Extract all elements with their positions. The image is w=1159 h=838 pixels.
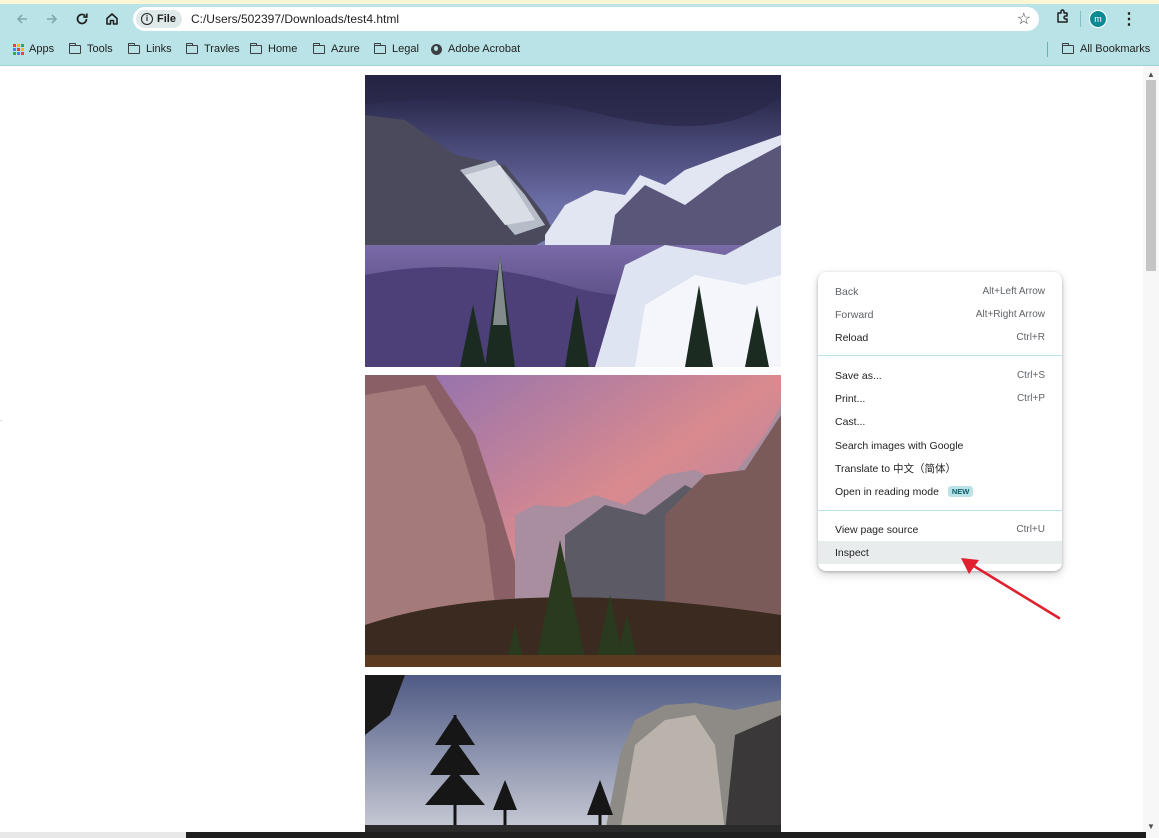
menu-item-label: View page source	[835, 523, 919, 536]
info-icon: i	[141, 13, 153, 25]
folder-icon	[127, 42, 140, 54]
scroll-down-arrow-icon[interactable]: ▼	[1147, 822, 1155, 831]
scrollbar-thumb[interactable]	[1146, 80, 1156, 271]
scheme-label: File	[157, 13, 176, 25]
menu-item-shortcut: Ctrl+U	[1016, 524, 1045, 535]
bookmark-label: Adobe Acrobat	[448, 43, 521, 55]
menu-item-view-source[interactable]: View page source Ctrl+U	[818, 518, 1062, 541]
arrow-right-icon	[47, 13, 58, 24]
bookmark-folder-travles[interactable]: Travles	[185, 33, 240, 65]
home-icon	[106, 12, 118, 25]
folder-icon	[1061, 42, 1074, 54]
menu-item-label: Cast...	[835, 415, 866, 428]
bookmark-label: Legal	[392, 43, 419, 55]
bookmark-label: Home	[268, 43, 298, 55]
bookmark-folder-links[interactable]: Links	[127, 33, 172, 65]
menu-item-label: Print...	[835, 392, 866, 405]
forward-button[interactable]	[39, 6, 65, 32]
menu-item-label: Translate to 中文（简体）	[835, 463, 956, 475]
bookmark-folder-tools[interactable]: Tools	[68, 33, 113, 65]
home-button[interactable]	[99, 6, 125, 32]
reload-icon	[76, 13, 88, 24]
menu-item-reload[interactable]: Reload Ctrl+R	[818, 326, 1062, 349]
menu-item-label: Reload	[835, 331, 869, 344]
folder-icon	[185, 42, 198, 54]
all-bookmarks-folder[interactable]: All Bookmarks	[1061, 33, 1151, 65]
winter-valley-photo[interactable]	[365, 75, 781, 367]
bookmark-label: Links	[146, 43, 172, 55]
folder-icon	[249, 42, 262, 54]
url-text[interactable]: C:/Users/502397/Downloads/test4.html	[191, 12, 399, 26]
bookmark-label: Travles	[204, 43, 240, 55]
site-info-chip[interactable]: i File	[136, 10, 182, 28]
arrow-left-icon	[16, 13, 27, 24]
red-arrow-annotation-icon	[961, 558, 1061, 620]
bookmark-label: Azure	[331, 43, 360, 55]
back-button[interactable]	[9, 6, 35, 32]
bookmarks-divider	[1047, 42, 1048, 57]
menu-item-cast[interactable]: Cast...	[818, 410, 1062, 433]
address-bar[interactable]: i File C:/Users/502397/Downloads/test4.h…	[133, 7, 1039, 31]
folder-icon	[312, 42, 325, 54]
menu-item-translate[interactable]: Translate to 中文（简体）	[818, 457, 1062, 480]
bookmark-star-icon[interactable]: ☆	[1017, 9, 1031, 29]
bookmark-folder-legal[interactable]: Legal	[373, 33, 419, 65]
bookmark-adobe-acrobat[interactable]: Adobe Acrobat	[431, 33, 520, 65]
apps-grid-icon	[13, 43, 24, 55]
menu-item-reading-mode[interactable]: Open in reading mode NEW	[818, 480, 1062, 503]
menu-item-shortcut: Ctrl+P	[1016, 393, 1045, 404]
folder-icon	[373, 42, 386, 54]
context-menu: Back Alt+Left Arrow Forward Alt+Right Ar…	[818, 272, 1062, 571]
menu-item-print[interactable]: Print... Ctrl+P	[818, 387, 1062, 410]
cliff-trees-photo[interactable]	[365, 675, 781, 832]
menu-item-shortcut: Ctrl+R	[1016, 332, 1045, 343]
bookmark-apps[interactable]: Apps	[13, 33, 54, 65]
menu-item-search-images[interactable]: Search images with Google	[818, 434, 1062, 457]
page-edge-mark: .	[0, 414, 3, 423]
menu-item-shortcut: Alt+Right Arrow	[975, 309, 1045, 320]
extensions-puzzle-icon[interactable]	[1050, 9, 1074, 28]
profile-avatar[interactable]: m	[1089, 9, 1107, 28]
more-menu-icon[interactable]: ⋮	[1121, 9, 1137, 29]
taskbar-left-segment	[0, 832, 186, 838]
bookmark-folder-home[interactable]: Home	[249, 33, 298, 65]
bookmark-folder-azure[interactable]: Azure	[312, 33, 360, 65]
bookmark-label: Tools	[87, 43, 113, 55]
folder-icon	[68, 42, 81, 54]
browser-toolbar: i File C:/Users/502397/Downloads/test4.h…	[0, 4, 1159, 33]
menu-item-label: Search images with Google	[835, 439, 964, 452]
sunset-valley-photo[interactable]	[365, 375, 781, 667]
menu-item-forward[interactable]: Forward Alt+Right Arrow	[818, 303, 1062, 326]
bookmark-label: Apps	[29, 43, 55, 55]
menu-item-shortcut: Ctrl+S	[1016, 370, 1045, 381]
menu-item-label: Forward	[835, 308, 874, 321]
menu-item-label: Save as...	[835, 369, 882, 382]
menu-item-save-as[interactable]: Save as... Ctrl+S	[818, 364, 1062, 387]
globe-icon	[431, 43, 442, 55]
bookmarks-bar: Apps Tools Links Travles Home Azure Lega…	[0, 33, 1159, 66]
toolbar-divider	[1080, 10, 1081, 27]
menu-item-back[interactable]: Back Alt+Left Arrow	[818, 280, 1062, 303]
menu-separator	[818, 510, 1062, 511]
menu-item-label: Back	[835, 285, 859, 298]
reload-button[interactable]	[69, 6, 95, 32]
menu-item-shortcut: Alt+Left Arrow	[982, 286, 1045, 297]
scroll-up-arrow-icon[interactable]: ▲	[1147, 70, 1155, 79]
new-badge: NEW	[947, 485, 974, 497]
menu-separator	[818, 355, 1062, 356]
all-bookmarks-label: All Bookmarks	[1080, 43, 1151, 55]
menu-item-label: Open in reading mode	[835, 485, 939, 498]
taskbar-strip	[186, 832, 1146, 838]
